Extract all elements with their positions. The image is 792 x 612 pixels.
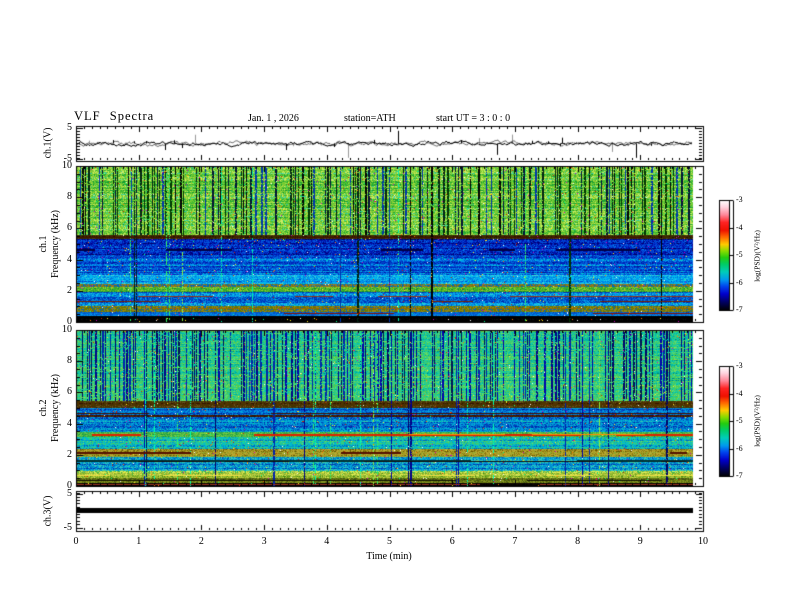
date-label: Jan. 1 , 2026: [248, 113, 299, 124]
x-tick-label: 7: [512, 536, 518, 547]
colorbar2-tick-label: -7: [736, 471, 743, 480]
colorbar1-tick-label: -3: [736, 195, 743, 204]
x-tick-label: 2: [198, 536, 204, 547]
x-tick-label: 9: [637, 536, 643, 547]
ch2-frequency-axis-label: ch.2 Frequency (kHz): [38, 374, 62, 442]
ch1-wave-ytick-label: 5: [67, 122, 72, 134]
x-tick-label: 5: [387, 536, 392, 547]
ch1-spec-ytick-label: 6: [67, 222, 72, 234]
colorbar1-tick-label: -6: [736, 277, 743, 287]
ch2-spec-ytick-label: 4: [67, 417, 72, 429]
vlf-spectra-figure: VLF Spectra Jan. 1 , 2026 station=ATH st…: [0, 0, 792, 612]
ch1-spec-ytick-label: 4: [67, 253, 72, 265]
ch1-axis-label-line1: ch.1: [38, 235, 49, 253]
time-axis-label: Time (min): [366, 551, 412, 562]
ch1-frequency-axis-label: ch.1 Frequency (kHz): [38, 210, 62, 278]
x-tick-label: 3: [261, 536, 267, 547]
colorbar2-tick-label: -5: [736, 416, 743, 425]
colorbar2-tick-label: -3: [736, 361, 743, 370]
ch1-spec-ytick-label: 2: [67, 284, 72, 296]
page-title: VLF Spectra: [74, 109, 155, 123]
ch1-axis-label-line2: Frequency (kHz): [50, 209, 61, 279]
spectra-plot-canvas: [0, 0, 792, 612]
start-ut-label: start UT = 3 : 0 : 0: [436, 113, 511, 124]
colorbar2-unit-label: log(PSD)(V²/Hz): [752, 395, 762, 447]
ch2-spec-ytick-label: 8: [67, 355, 72, 367]
ch2-spec-ytick-label: 6: [67, 386, 72, 398]
ch1-spec-ytick-label: 8: [67, 191, 72, 203]
ch3-ytick-label: -5: [63, 522, 72, 534]
colorbar2-tick-label: -6: [736, 443, 743, 453]
colorbar2-tick-label: -4: [736, 388, 743, 398]
ch2-axis-label-line1: ch.2: [38, 399, 49, 417]
x-tick-label: 4: [324, 536, 330, 547]
ch2-axis-label-line2: Frequency (kHz): [50, 373, 61, 443]
ch3-ytick-label: 5: [67, 487, 72, 499]
ch3-voltage-axis-label: ch.3(V): [42, 495, 54, 527]
ch1-spec-ytick-label: 10: [62, 160, 72, 171]
colorbar1-tick-label: -7: [736, 305, 743, 314]
x-tick-label: 0: [73, 536, 79, 547]
x-tick-label: 6: [449, 536, 455, 547]
x-tick-label: 8: [575, 536, 581, 547]
x-tick-label: 1: [136, 536, 142, 547]
x-tick-label: 10: [698, 536, 708, 547]
colorbar1-tick-label: -4: [736, 222, 743, 232]
ch2-spec-ytick-label: 2: [67, 448, 72, 460]
ch2-spec-ytick-label: 10: [62, 324, 72, 335]
colorbar1-unit-label: log(PSD)(V²/Hz): [752, 230, 762, 282]
colorbar1-tick-label: -5: [736, 250, 743, 259]
station-label: station=ATH: [344, 113, 396, 124]
